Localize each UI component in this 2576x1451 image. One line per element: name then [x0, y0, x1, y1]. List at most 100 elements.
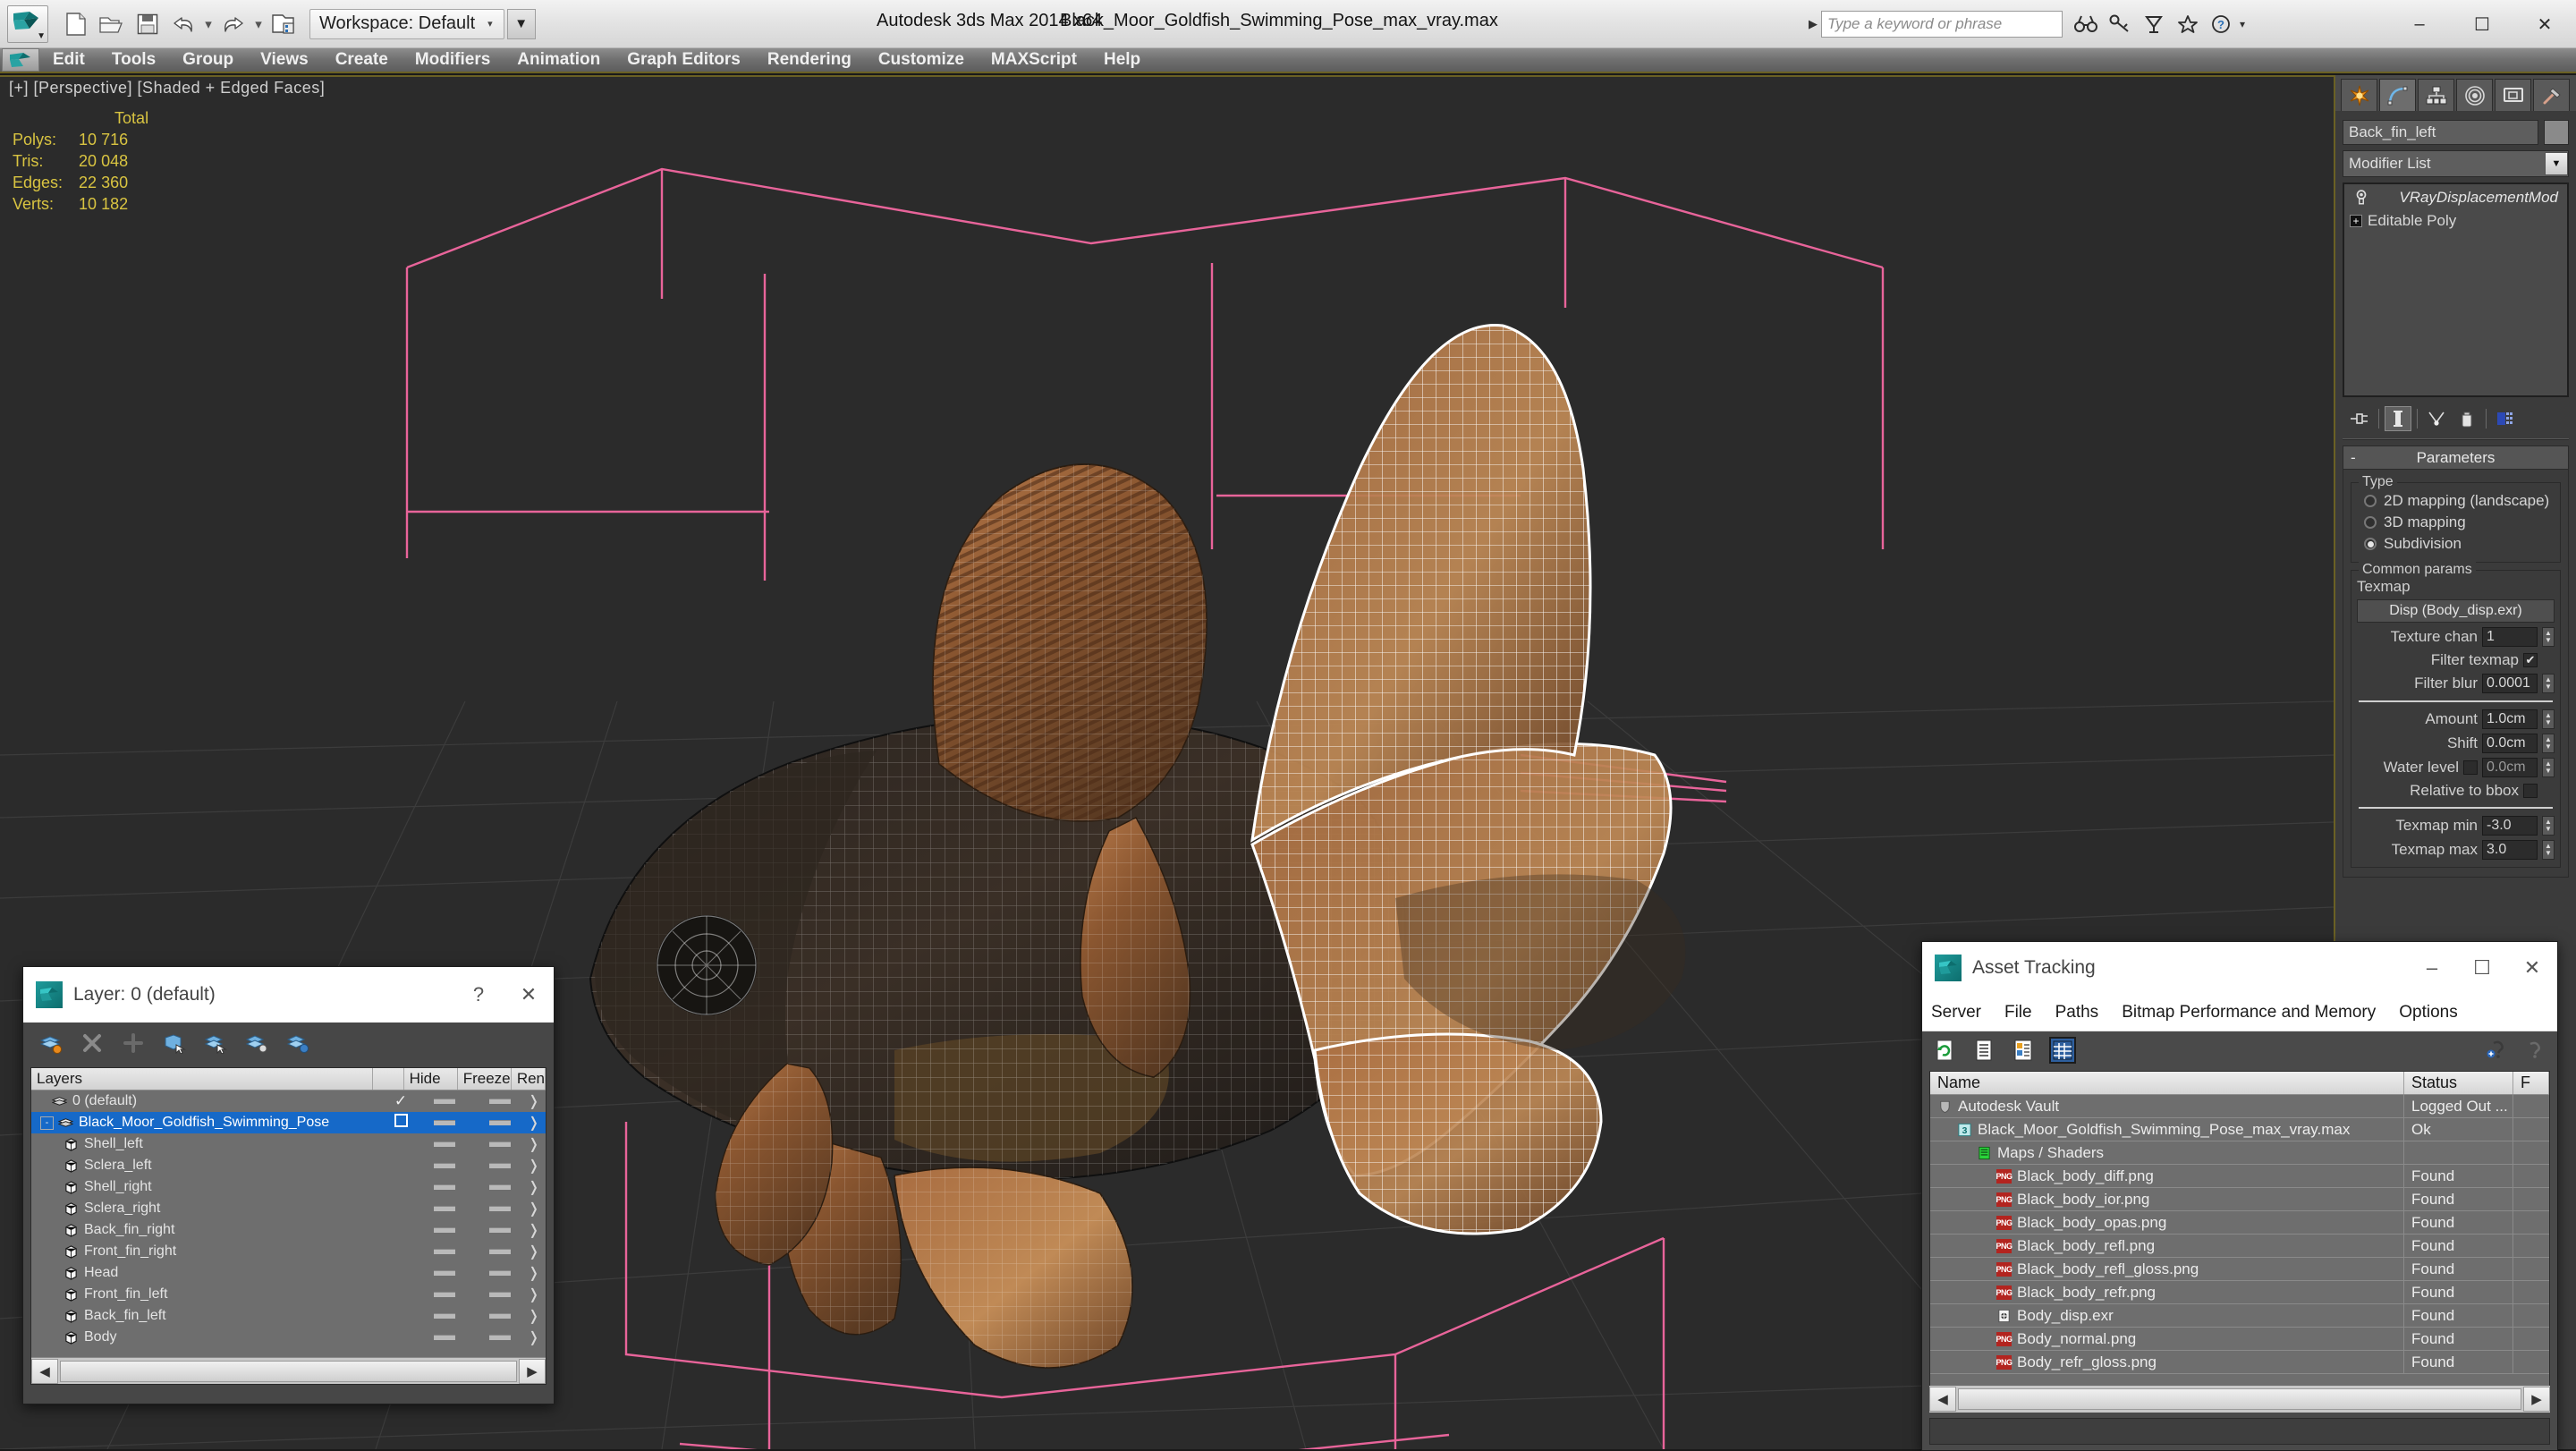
asset-row[interactable]: Maps / Shaders: [1930, 1141, 2549, 1165]
filter-texmap-checkbox[interactable]: ✔: [2523, 653, 2538, 667]
workspace-selector[interactable]: Workspace: Default ▾: [309, 8, 504, 39]
layer-render-toggle[interactable]: ❭: [528, 1328, 546, 1346]
asset-row[interactable]: PNG Black_body_ior.png Found: [1930, 1187, 2549, 1211]
layer-hide-toggle[interactable]: [417, 1163, 472, 1168]
scroll-right-button[interactable]: ▶: [2523, 1387, 2550, 1412]
menu-item-help[interactable]: Help: [1090, 47, 1154, 72]
layer-freeze-toggle[interactable]: [472, 1335, 528, 1340]
help-dropdown-icon[interactable]: ▾: [2240, 18, 2245, 30]
relative-to-bbox-checkbox[interactable]: [2523, 784, 2538, 798]
layer-freeze-toggle[interactable]: [472, 1206, 528, 1211]
layer-dialog-help-button[interactable]: ?: [453, 967, 504, 1022]
layer-row[interactable]: Back_fin_left ❭: [31, 1305, 546, 1327]
layer-row[interactable]: Sclera_left ❭: [31, 1155, 546, 1176]
layer-hide-toggle[interactable]: [417, 1184, 472, 1190]
scroll-left-button[interactable]: ◀: [1929, 1387, 1956, 1412]
layer-hide-toggle[interactable]: [417, 1292, 472, 1297]
layer-freeze-toggle[interactable]: [472, 1120, 528, 1125]
layer-row[interactable]: Shell_right ❭: [31, 1176, 546, 1198]
redo-dropdown-icon[interactable]: ▾: [252, 6, 265, 42]
texmap-min-input[interactable]: -3.0: [2482, 816, 2538, 836]
menu-item-animation[interactable]: Animation: [504, 47, 614, 72]
layer-render-toggle[interactable]: ❭: [528, 1114, 546, 1132]
key-icon[interactable]: [2104, 8, 2136, 40]
menu-item-create[interactable]: Create: [322, 47, 402, 72]
asset-row[interactable]: Autodesk Vault Logged Out ...: [1930, 1094, 2549, 1118]
save-file-icon[interactable]: [131, 6, 165, 42]
layers-horizontal-scrollbar[interactable]: ◀ ▶: [31, 1357, 546, 1384]
texture-chan-spinner[interactable]: ▲ ▼: [2542, 627, 2555, 647]
modifier-list-dropdown[interactable]: Modifier List ▼: [2343, 150, 2569, 177]
menu-item-modifiers[interactable]: Modifiers: [402, 47, 504, 72]
asset-minimize-button[interactable]: –: [2407, 940, 2457, 996]
column-blank[interactable]: [373, 1068, 404, 1090]
asset-row[interactable]: PNG Black_body_refr.png Found: [1930, 1280, 2549, 1304]
select-objects-in-layer-icon[interactable]: [161, 1030, 188, 1056]
grid-view-icon[interactable]: [2049, 1037, 2076, 1064]
new-file-icon[interactable]: [59, 6, 93, 42]
texmap-button[interactable]: Disp (Body_disp.exr): [2357, 599, 2555, 623]
create-tab[interactable]: [2341, 79, 2377, 111]
menu-item-edit[interactable]: Edit: [39, 47, 98, 72]
highlight-selected-objects-icon[interactable]: [243, 1030, 270, 1056]
layer-render-toggle[interactable]: ❭: [528, 1264, 546, 1282]
asset-row[interactable]: Body_disp.exr Found: [1930, 1303, 2549, 1328]
undo-dropdown-icon[interactable]: ▾: [202, 6, 215, 42]
layer-freeze-toggle[interactable]: [472, 1163, 528, 1168]
star-icon[interactable]: [2172, 8, 2204, 40]
asset-menu-file[interactable]: File: [2004, 1003, 2032, 1022]
column-freeze[interactable]: Freeze: [458, 1068, 512, 1090]
add-help-icon[interactable]: [2484, 1037, 2511, 1064]
hierarchy-tab[interactable]: [2418, 79, 2454, 111]
asset-maximize-button[interactable]: ☐: [2457, 940, 2507, 996]
shift-input[interactable]: 0.0cm: [2482, 734, 2538, 753]
layer-row[interactable]: Front_fin_left ❭: [31, 1284, 546, 1305]
column-hide[interactable]: Hide: [404, 1068, 458, 1090]
layer-row-check[interactable]: ✓: [385, 1092, 417, 1110]
layer-hide-toggle[interactable]: [417, 1335, 472, 1340]
asset-menu-bitmap-performance[interactable]: Bitmap Performance and Memory: [2122, 1003, 2376, 1022]
layer-render-toggle[interactable]: ❭: [528, 1200, 546, 1218]
parameters-rollout-header[interactable]: - Parameters: [2343, 446, 2568, 470]
layer-row[interactable]: Sclera_right ❭: [31, 1198, 546, 1219]
layer-freeze-toggle[interactable]: [472, 1270, 528, 1276]
asset-row[interactable]: PNG Black_body_diff.png Found: [1930, 1164, 2549, 1188]
asset-row[interactable]: PNG Body_normal.png Found: [1930, 1327, 2549, 1351]
filter-blur-spinner[interactable]: ▲ ▼: [2542, 674, 2555, 693]
asset-tracking-window[interactable]: Asset Tracking – ☐ ✕ Server File Paths B…: [1921, 941, 2558, 1451]
project-folder-icon[interactable]: [267, 6, 301, 42]
collapse-icon[interactable]: -: [2351, 449, 2356, 467]
scroll-right-button[interactable]: ▶: [519, 1358, 546, 1384]
expand-icon[interactable]: +: [2350, 215, 2362, 227]
make-unique-button[interactable]: [2423, 406, 2450, 431]
layer-row[interactable]: Head ❭: [31, 1262, 546, 1284]
radio-2d-mapping[interactable]: 2D mapping (landscape): [2357, 490, 2555, 512]
create-new-layer-icon[interactable]: [38, 1030, 64, 1056]
minimize-button[interactable]: –: [2388, 0, 2451, 48]
chevron-right-icon[interactable]: ▶: [1809, 17, 1818, 31]
menu-item-maxscript[interactable]: MAXScript: [978, 47, 1090, 72]
scroll-left-button[interactable]: ◀: [31, 1358, 58, 1384]
layer-freeze-toggle[interactable]: [472, 1099, 528, 1104]
texmap-min-spinner[interactable]: ▲ ▼: [2542, 816, 2555, 836]
layer-render-toggle[interactable]: ❭: [528, 1286, 546, 1303]
app-menu-button[interactable]: ▼: [7, 4, 48, 43]
layer-row[interactable]: Body ❭: [31, 1327, 546, 1348]
viewport-label[interactable]: [+] [Perspective] [Shaded + Edged Faces]: [9, 79, 325, 98]
layer-freeze-toggle[interactable]: [472, 1141, 528, 1147]
expander-icon[interactable]: -: [40, 1116, 54, 1130]
water-level-spinner[interactable]: ▲ ▼: [2542, 758, 2555, 777]
filter-blur-input[interactable]: 0.0001: [2482, 674, 2538, 693]
radio-3d-mapping[interactable]: 3D mapping: [2357, 512, 2555, 533]
layer-hide-toggle[interactable]: [417, 1227, 472, 1233]
layer-hide-toggle[interactable]: [417, 1313, 472, 1319]
asset-row[interactable]: 3 Black_Moor_Goldfish_Swimming_Pose_max_v…: [1930, 1117, 2549, 1141]
shift-spinner[interactable]: ▲ ▼: [2542, 734, 2555, 753]
layer-row[interactable]: 0 (default) ✓ ❭: [31, 1090, 546, 1112]
help-icon[interactable]: [2521, 1037, 2548, 1064]
asset-menu-paths[interactable]: Paths: [2055, 1003, 2099, 1022]
layer-freeze-toggle[interactable]: [472, 1184, 528, 1190]
motion-tab[interactable]: [2456, 79, 2493, 111]
column-name[interactable]: Name: [1930, 1072, 2404, 1094]
open-file-icon[interactable]: [95, 6, 129, 42]
